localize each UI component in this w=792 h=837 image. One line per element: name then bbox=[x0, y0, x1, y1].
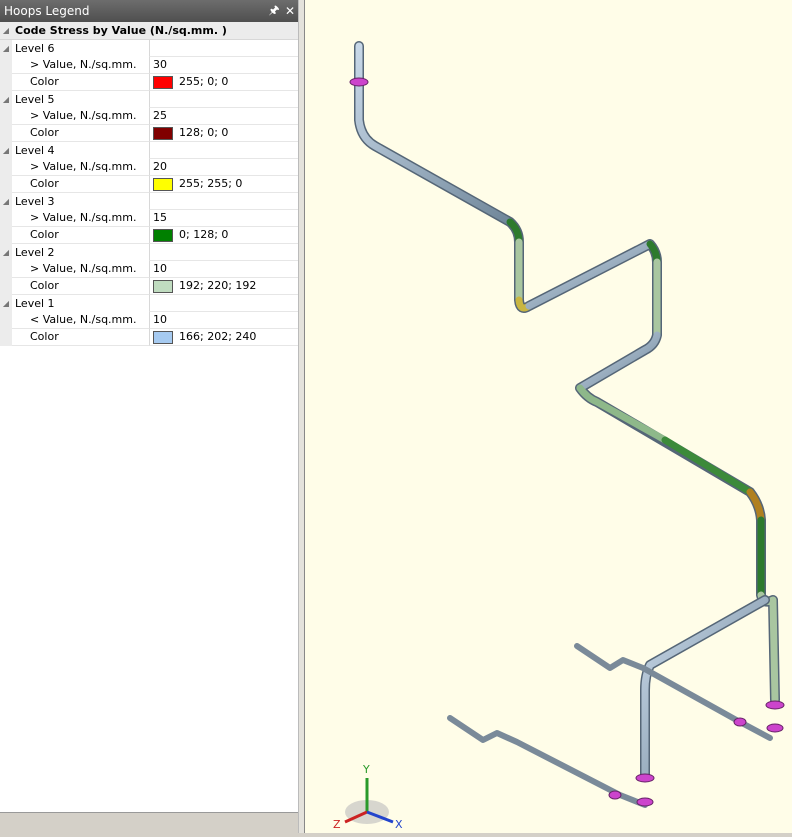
threshold-label: > Value, N./sq.mm. bbox=[12, 57, 149, 74]
level-name: Level 2 bbox=[15, 246, 55, 259]
level-name: Level 6 bbox=[15, 42, 55, 55]
level-group-row[interactable]: ◢ Level 1 bbox=[0, 295, 298, 312]
threshold-value[interactable]: 25 bbox=[149, 108, 298, 125]
color-text: 192; 220; 192 bbox=[179, 279, 257, 292]
panel-title: Hoops Legend bbox=[4, 4, 90, 18]
color-value[interactable]: 255; 255; 0 bbox=[149, 176, 298, 193]
hoops-legend-panel: Hoops Legend 🖈 ✕ ◢ Code Stress by Value … bbox=[0, 0, 299, 833]
level-value-cell bbox=[149, 295, 298, 312]
color-label: Color bbox=[12, 278, 149, 295]
color-value[interactable]: 255; 0; 0 bbox=[149, 74, 298, 91]
color-row[interactable]: Color 192; 220; 192 bbox=[0, 278, 298, 295]
color-swatch[interactable] bbox=[153, 75, 173, 89]
color-text: 166; 202; 240 bbox=[179, 330, 257, 343]
threshold-label: > Value, N./sq.mm. bbox=[12, 210, 149, 227]
collapse-icon[interactable]: ◢ bbox=[0, 22, 12, 39]
category-header[interactable]: ◢ Code Stress by Value (N./sq.mm. ) bbox=[0, 22, 298, 40]
threshold-label: < Value, N./sq.mm. bbox=[12, 312, 149, 329]
threshold-label: > Value, N./sq.mm. bbox=[12, 261, 149, 278]
color-label: Color bbox=[12, 176, 149, 193]
color-label: Color bbox=[12, 329, 149, 346]
axis-triad: Y Z X bbox=[333, 763, 403, 831]
level-value-cell bbox=[149, 91, 298, 108]
color-value[interactable]: 0; 128; 0 bbox=[149, 227, 298, 244]
threshold-value[interactable]: 10 bbox=[149, 312, 298, 329]
3d-viewport[interactable]: Y Z X bbox=[304, 0, 792, 833]
level-value-cell bbox=[149, 193, 298, 210]
category-title: Code Stress by Value (N./sq.mm. ) bbox=[15, 24, 227, 37]
color-label: Color bbox=[12, 125, 149, 142]
level-value-cell bbox=[149, 244, 298, 261]
color-row[interactable]: Color 0; 128; 0 bbox=[0, 227, 298, 244]
color-text: 255; 255; 0 bbox=[179, 177, 243, 190]
color-swatch[interactable] bbox=[153, 330, 173, 344]
level-name: Level 1 bbox=[15, 297, 55, 310]
color-row[interactable]: Color 128; 0; 0 bbox=[0, 125, 298, 142]
color-row[interactable]: Color 166; 202; 240 bbox=[0, 329, 298, 346]
threshold-row[interactable]: < Value, N./sq.mm. 10 bbox=[0, 312, 298, 329]
collapse-icon[interactable]: ◢ bbox=[0, 244, 12, 261]
color-text: 0; 128; 0 bbox=[179, 228, 229, 241]
axis-x-label: X bbox=[395, 818, 403, 831]
level-group-row[interactable]: ◢ Level 5 bbox=[0, 91, 298, 108]
threshold-row[interactable]: > Value, N./sq.mm. 30 bbox=[0, 57, 298, 74]
level-group-row[interactable]: ◢ Level 6 bbox=[0, 40, 298, 57]
level-value-cell bbox=[149, 40, 298, 57]
level-name: Level 5 bbox=[15, 93, 55, 106]
threshold-value[interactable]: 30 bbox=[149, 57, 298, 74]
threshold-value[interactable]: 20 bbox=[149, 159, 298, 176]
close-icon[interactable]: ✕ bbox=[282, 4, 298, 18]
color-swatch[interactable] bbox=[153, 228, 173, 242]
threshold-label: > Value, N./sq.mm. bbox=[12, 108, 149, 125]
level-name: Level 3 bbox=[15, 195, 55, 208]
threshold-row[interactable]: > Value, N./sq.mm. 25 bbox=[0, 108, 298, 125]
legend-rows: ◢ Level 6 > Value, N./sq.mm. 30 Color 25… bbox=[0, 40, 298, 346]
panel-bottom-bar bbox=[0, 812, 298, 833]
color-row[interactable]: Color 255; 0; 0 bbox=[0, 74, 298, 91]
level-group-row[interactable]: ◢ Level 2 bbox=[0, 244, 298, 261]
color-swatch[interactable] bbox=[153, 177, 173, 191]
level-name: Level 4 bbox=[15, 144, 55, 157]
threshold-value[interactable]: 15 bbox=[149, 210, 298, 227]
level-value-cell bbox=[149, 142, 298, 159]
color-value[interactable]: 192; 220; 192 bbox=[149, 278, 298, 295]
color-text: 255; 0; 0 bbox=[179, 75, 229, 88]
collapse-icon[interactable]: ◢ bbox=[0, 91, 12, 108]
collapse-icon[interactable]: ◢ bbox=[0, 40, 12, 57]
threshold-value[interactable]: 10 bbox=[149, 261, 298, 278]
collapse-icon[interactable]: ◢ bbox=[0, 193, 12, 210]
color-value[interactable]: 166; 202; 240 bbox=[149, 329, 298, 346]
color-label: Color bbox=[12, 74, 149, 91]
threshold-label: > Value, N./sq.mm. bbox=[12, 159, 149, 176]
collapse-icon[interactable]: ◢ bbox=[0, 142, 12, 159]
color-row[interactable]: Color 255; 255; 0 bbox=[0, 176, 298, 193]
color-text: 128; 0; 0 bbox=[179, 126, 229, 139]
threshold-row[interactable]: > Value, N./sq.mm. 10 bbox=[0, 261, 298, 278]
color-swatch[interactable] bbox=[153, 126, 173, 140]
axis-z-label: Z bbox=[333, 818, 341, 831]
threshold-row[interactable]: > Value, N./sq.mm. 20 bbox=[0, 159, 298, 176]
level-group-row[interactable]: ◢ Level 3 bbox=[0, 193, 298, 210]
color-value[interactable]: 128; 0; 0 bbox=[149, 125, 298, 142]
panel-titlebar: Hoops Legend 🖈 ✕ bbox=[0, 0, 298, 22]
axis-y-label: Y bbox=[362, 763, 370, 776]
level-group-row[interactable]: ◢ Level 4 bbox=[0, 142, 298, 159]
threshold-row[interactable]: > Value, N./sq.mm. 15 bbox=[0, 210, 298, 227]
pipe-model[interactable]: Y Z X bbox=[305, 0, 792, 833]
pin-icon[interactable]: 🖈 bbox=[266, 1, 282, 22]
color-swatch[interactable] bbox=[153, 279, 173, 293]
color-label: Color bbox=[12, 227, 149, 244]
collapse-icon[interactable]: ◢ bbox=[0, 295, 12, 312]
